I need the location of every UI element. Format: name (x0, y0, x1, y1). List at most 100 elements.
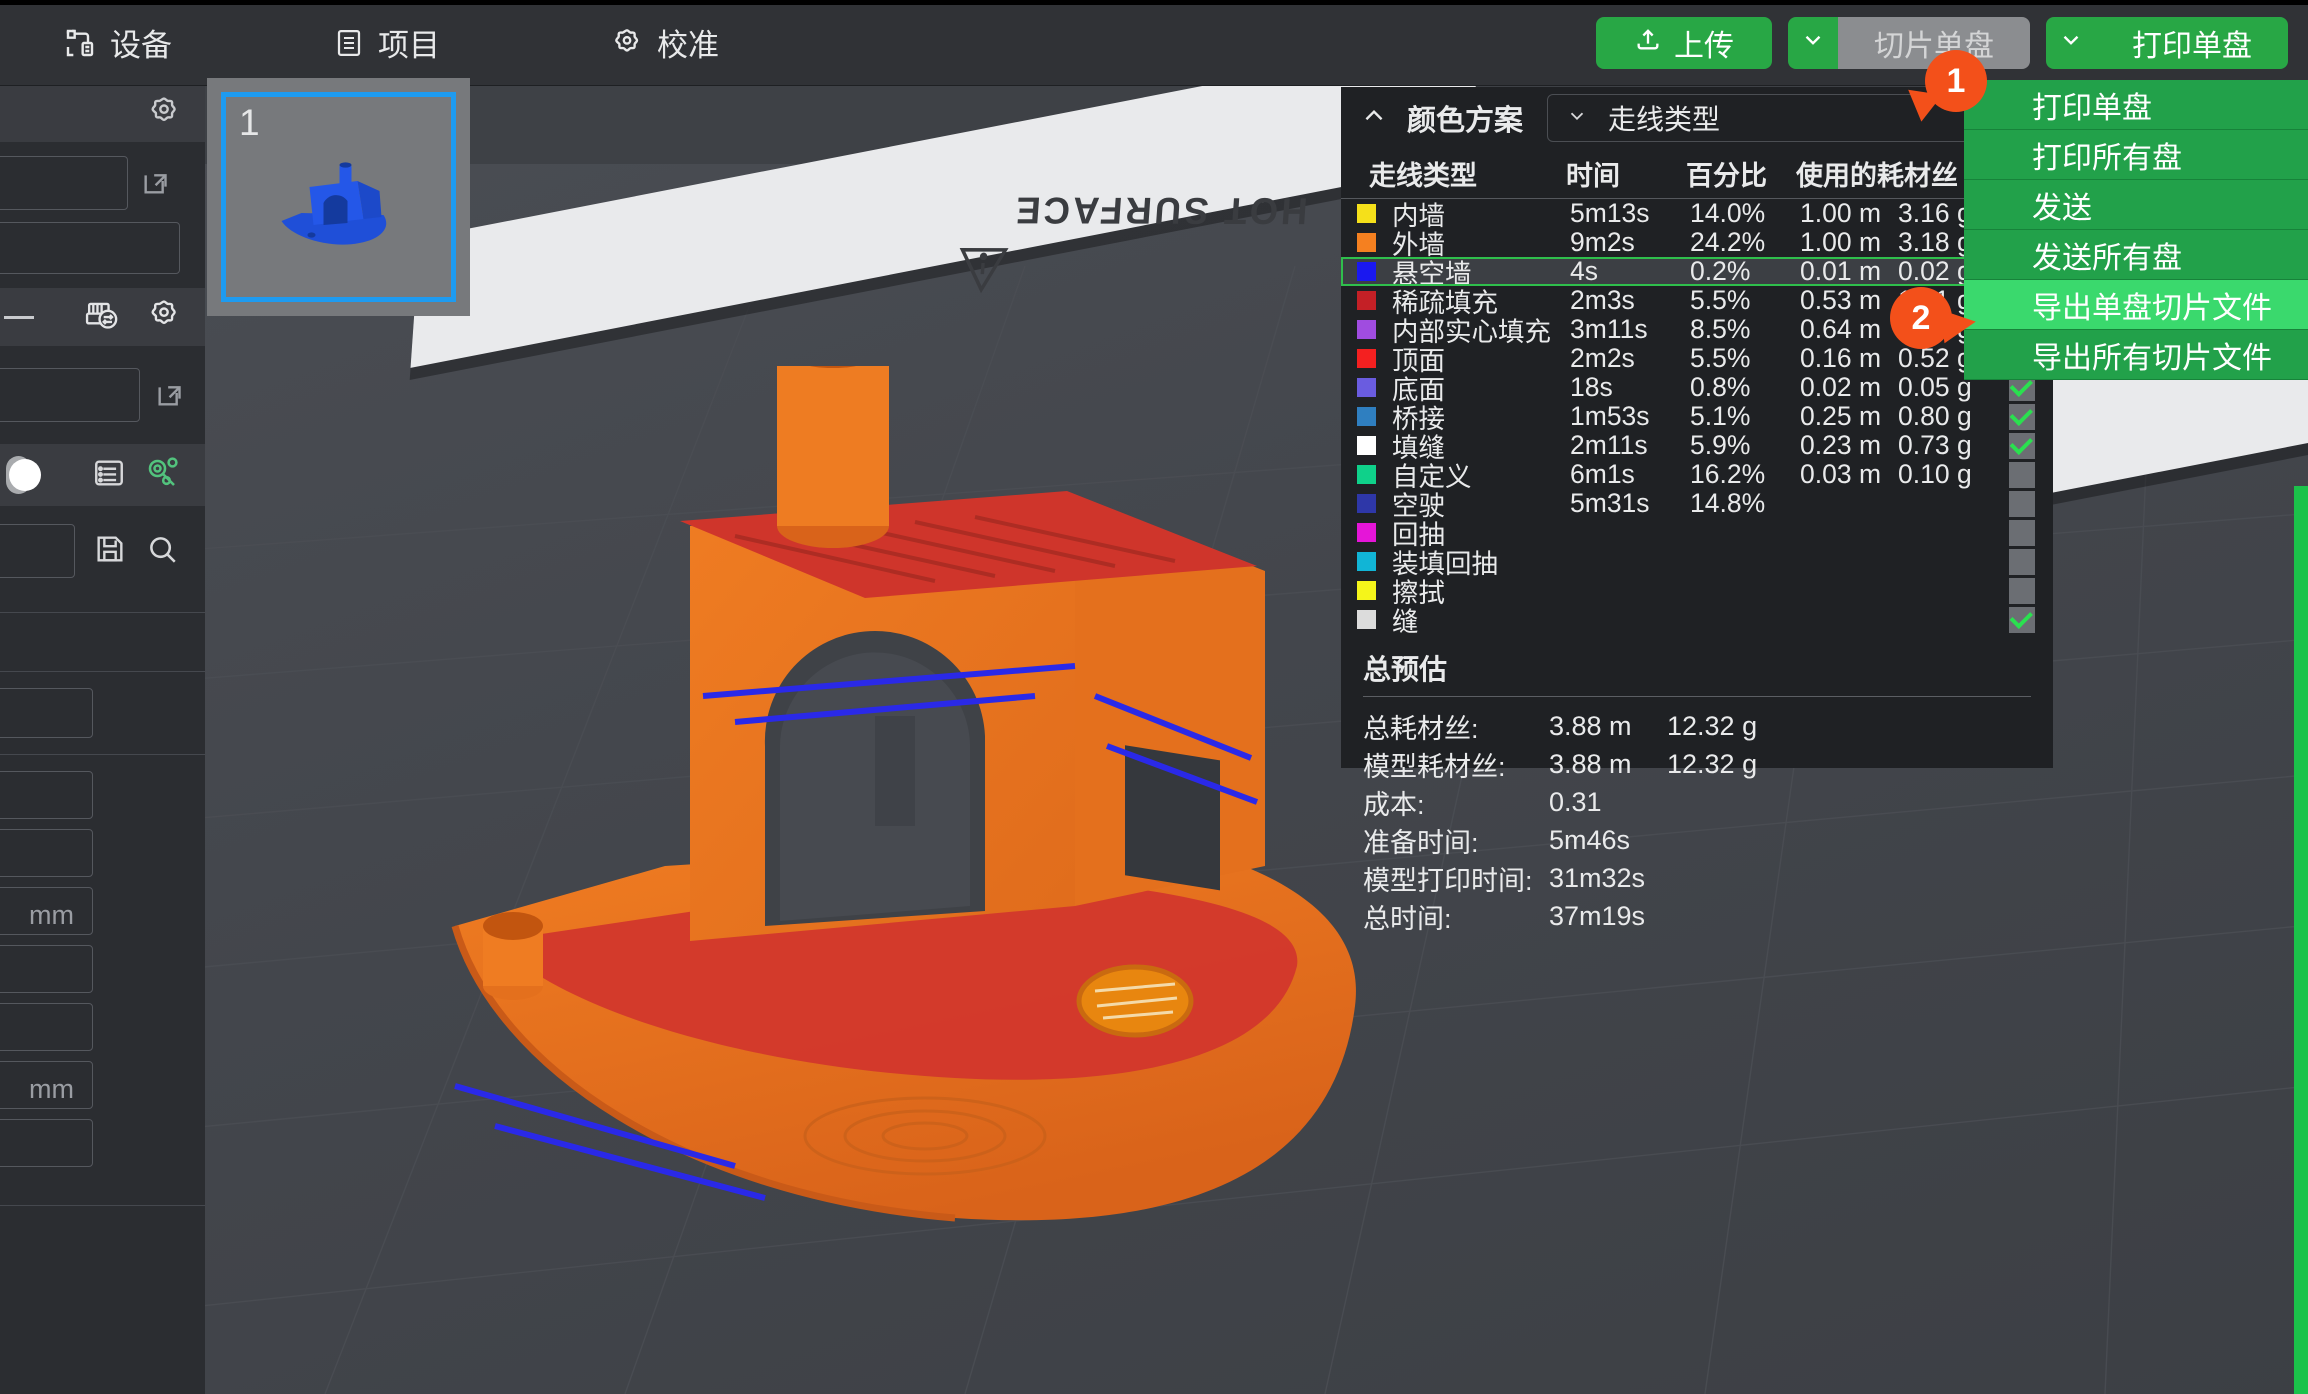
table-row[interactable]: 缝 (1341, 605, 2053, 637)
color-swatch (1357, 552, 1376, 571)
summary-row: 总时间: 37m19s (1363, 897, 2031, 935)
color-swatch (1357, 349, 1376, 368)
row-percent: 8.5% (1690, 314, 1751, 344)
sidebar-input-9[interactable] (0, 945, 93, 993)
row-time: 1m53s (1570, 401, 1650, 431)
plate-number: 1 (239, 102, 260, 143)
row-visibility-checkbox[interactable] (2009, 490, 2035, 517)
save-icon[interactable] (93, 532, 127, 571)
row-time: 3m11s (1570, 314, 1648, 344)
row-percent: 5.5% (1690, 343, 1751, 373)
row-visibility-checkbox[interactable] (2009, 461, 2035, 488)
sidebar-input-5[interactable] (0, 688, 93, 738)
column-header-time: 时间 (1566, 161, 1620, 191)
parameter-search-icon[interactable] (143, 455, 181, 496)
row-weight: 0.80 g (1898, 401, 1972, 431)
row-visibility-checkbox[interactable] (2009, 519, 2035, 546)
chevron-down-icon (2058, 27, 2084, 59)
nav-item-project[interactable]: 项目 (326, 0, 448, 85)
color-scheme-panel: 颜色方案 走线类型 走线类型 时间 百分比 使用的耗材丝 内墙 5m13s 14.0… (1341, 87, 2053, 934)
summary-row: 模型耗材丝: 3.88 m 12.32 g (1363, 745, 2031, 783)
row-length: 0.23 m (1800, 430, 1882, 460)
edit-icon[interactable] (140, 164, 174, 203)
sidebar-input-10[interactable] (0, 1003, 93, 1051)
chevron-up-icon[interactable] (1359, 103, 1389, 134)
row-percent: 14.0% (1690, 198, 1766, 228)
row-percent: 5.1% (1690, 401, 1751, 431)
menu-item-0[interactable]: 打印单盘 (1964, 80, 2308, 130)
upload-button[interactable]: 上传 (1596, 16, 1772, 69)
minus-icon[interactable] (4, 315, 34, 319)
callout-number-1: 1 (1946, 61, 1966, 100)
sidebar-input-3[interactable] (0, 368, 140, 422)
column-header-type: 走线类型 (1369, 161, 1477, 191)
nav-item-calibration[interactable]: 校准 (603, 0, 727, 85)
sidebar-input-12[interactable] (0, 1119, 93, 1167)
summary-key: 总时间: (1363, 903, 1452, 934)
sidebar-input-8[interactable]: mm (0, 887, 93, 935)
search-icon[interactable] (145, 532, 179, 571)
menu-item-3[interactable]: 发送所有盘 (1964, 230, 2308, 280)
row-visibility-checkbox[interactable] (2009, 606, 2035, 633)
print-plate-button[interactable]: 打印单盘 (2096, 16, 2288, 69)
color-swatch (1357, 436, 1376, 455)
color-swatch (1357, 291, 1376, 310)
row-length: 0.53 m (1800, 285, 1882, 315)
callout-badge-1: 1 (1897, 50, 1987, 122)
row-weight: 0.73 g (1898, 430, 1972, 460)
row-length: 0.03 m (1800, 459, 1882, 489)
summary-value-primary: 5m46s (1549, 824, 1631, 855)
row-time: 18s (1570, 372, 1613, 402)
calibration-gear-icon (611, 27, 643, 59)
gear-icon[interactable] (147, 298, 181, 337)
callout-number-2: 2 (1911, 298, 1931, 337)
row-percent: 5.5% (1690, 285, 1751, 315)
filament-color-bar (2294, 486, 2308, 1394)
summary-value-primary: 3.88 m (1549, 748, 1632, 779)
row-length: 0.01 m (1800, 256, 1882, 286)
chevron-down-icon (1800, 27, 1826, 59)
warning-triangle-icon (953, 240, 1012, 294)
sidebar-input-6[interactable] (0, 771, 93, 819)
row-visibility-checkbox[interactable] (2009, 577, 2035, 604)
row-visibility-checkbox[interactable] (2009, 403, 2035, 430)
table-header-row: 走线类型 时间 百分比 使用的耗材丝 (1341, 149, 2053, 199)
panel-title: 颜色方案 (1407, 105, 1524, 137)
sidebar-section-1 (0, 142, 205, 288)
menu-item-2[interactable]: 发送 (1964, 180, 2308, 230)
row-length: 0.25 m (1800, 401, 1882, 431)
list-icon[interactable] (91, 456, 127, 495)
color-swatch (1357, 581, 1376, 600)
plate-thumbnail-1[interactable]: 1 (207, 78, 470, 316)
sidebar-input-7[interactable] (0, 829, 93, 877)
sidebar-input-11[interactable]: mm (0, 1061, 93, 1109)
row-visibility-checkbox[interactable] (2009, 432, 2035, 459)
sidebar-input-4[interactable] (0, 524, 75, 578)
print-dropdown-menu: 打印单盘 打印所有盘 发送 发送所有盘 导出单盘切片文件 导出所有切片文件 (1964, 80, 2308, 380)
summary-value-primary: 37m19s (1549, 900, 1646, 931)
print-dropdown-caret[interactable] (2046, 16, 2096, 69)
row-time: 5m31s (1570, 488, 1650, 518)
color-swatch (1357, 494, 1376, 513)
row-time: 4s (1570, 256, 1598, 286)
row-length: 0.16 m (1800, 343, 1882, 373)
summary-value-primary: 31m32s (1549, 862, 1646, 893)
menu-item-1[interactable]: 打印所有盘 (1964, 130, 2308, 180)
sidebar-input-1[interactable] (0, 156, 128, 210)
print-split-button: 打印单盘 (2046, 16, 2288, 69)
row-visibility-checkbox[interactable] (2009, 548, 2035, 575)
row-percent: 16.2% (1690, 459, 1766, 489)
nav-item-device[interactable]: 设备 (56, 0, 180, 85)
gear-icon[interactable] (147, 95, 181, 134)
slice-dropdown-caret[interactable] (1788, 16, 1838, 69)
sidebar-strip-1 (0, 86, 205, 142)
color-swatch (1357, 407, 1376, 426)
summary-row: 总耗材丝: 3.88 m 12.32 g (1363, 707, 2031, 745)
menu-item-5[interactable]: 导出所有切片文件 (1964, 330, 2308, 380)
sidebar-input-2[interactable] (0, 222, 180, 274)
row-percent: 0.2% (1690, 256, 1751, 286)
filament-swap-icon[interactable] (85, 298, 121, 337)
menu-item-4[interactable]: 导出单盘切片文件 (1964, 280, 2308, 330)
edit-icon[interactable] (154, 376, 188, 415)
sidebar-toggle[interactable] (6, 456, 41, 494)
